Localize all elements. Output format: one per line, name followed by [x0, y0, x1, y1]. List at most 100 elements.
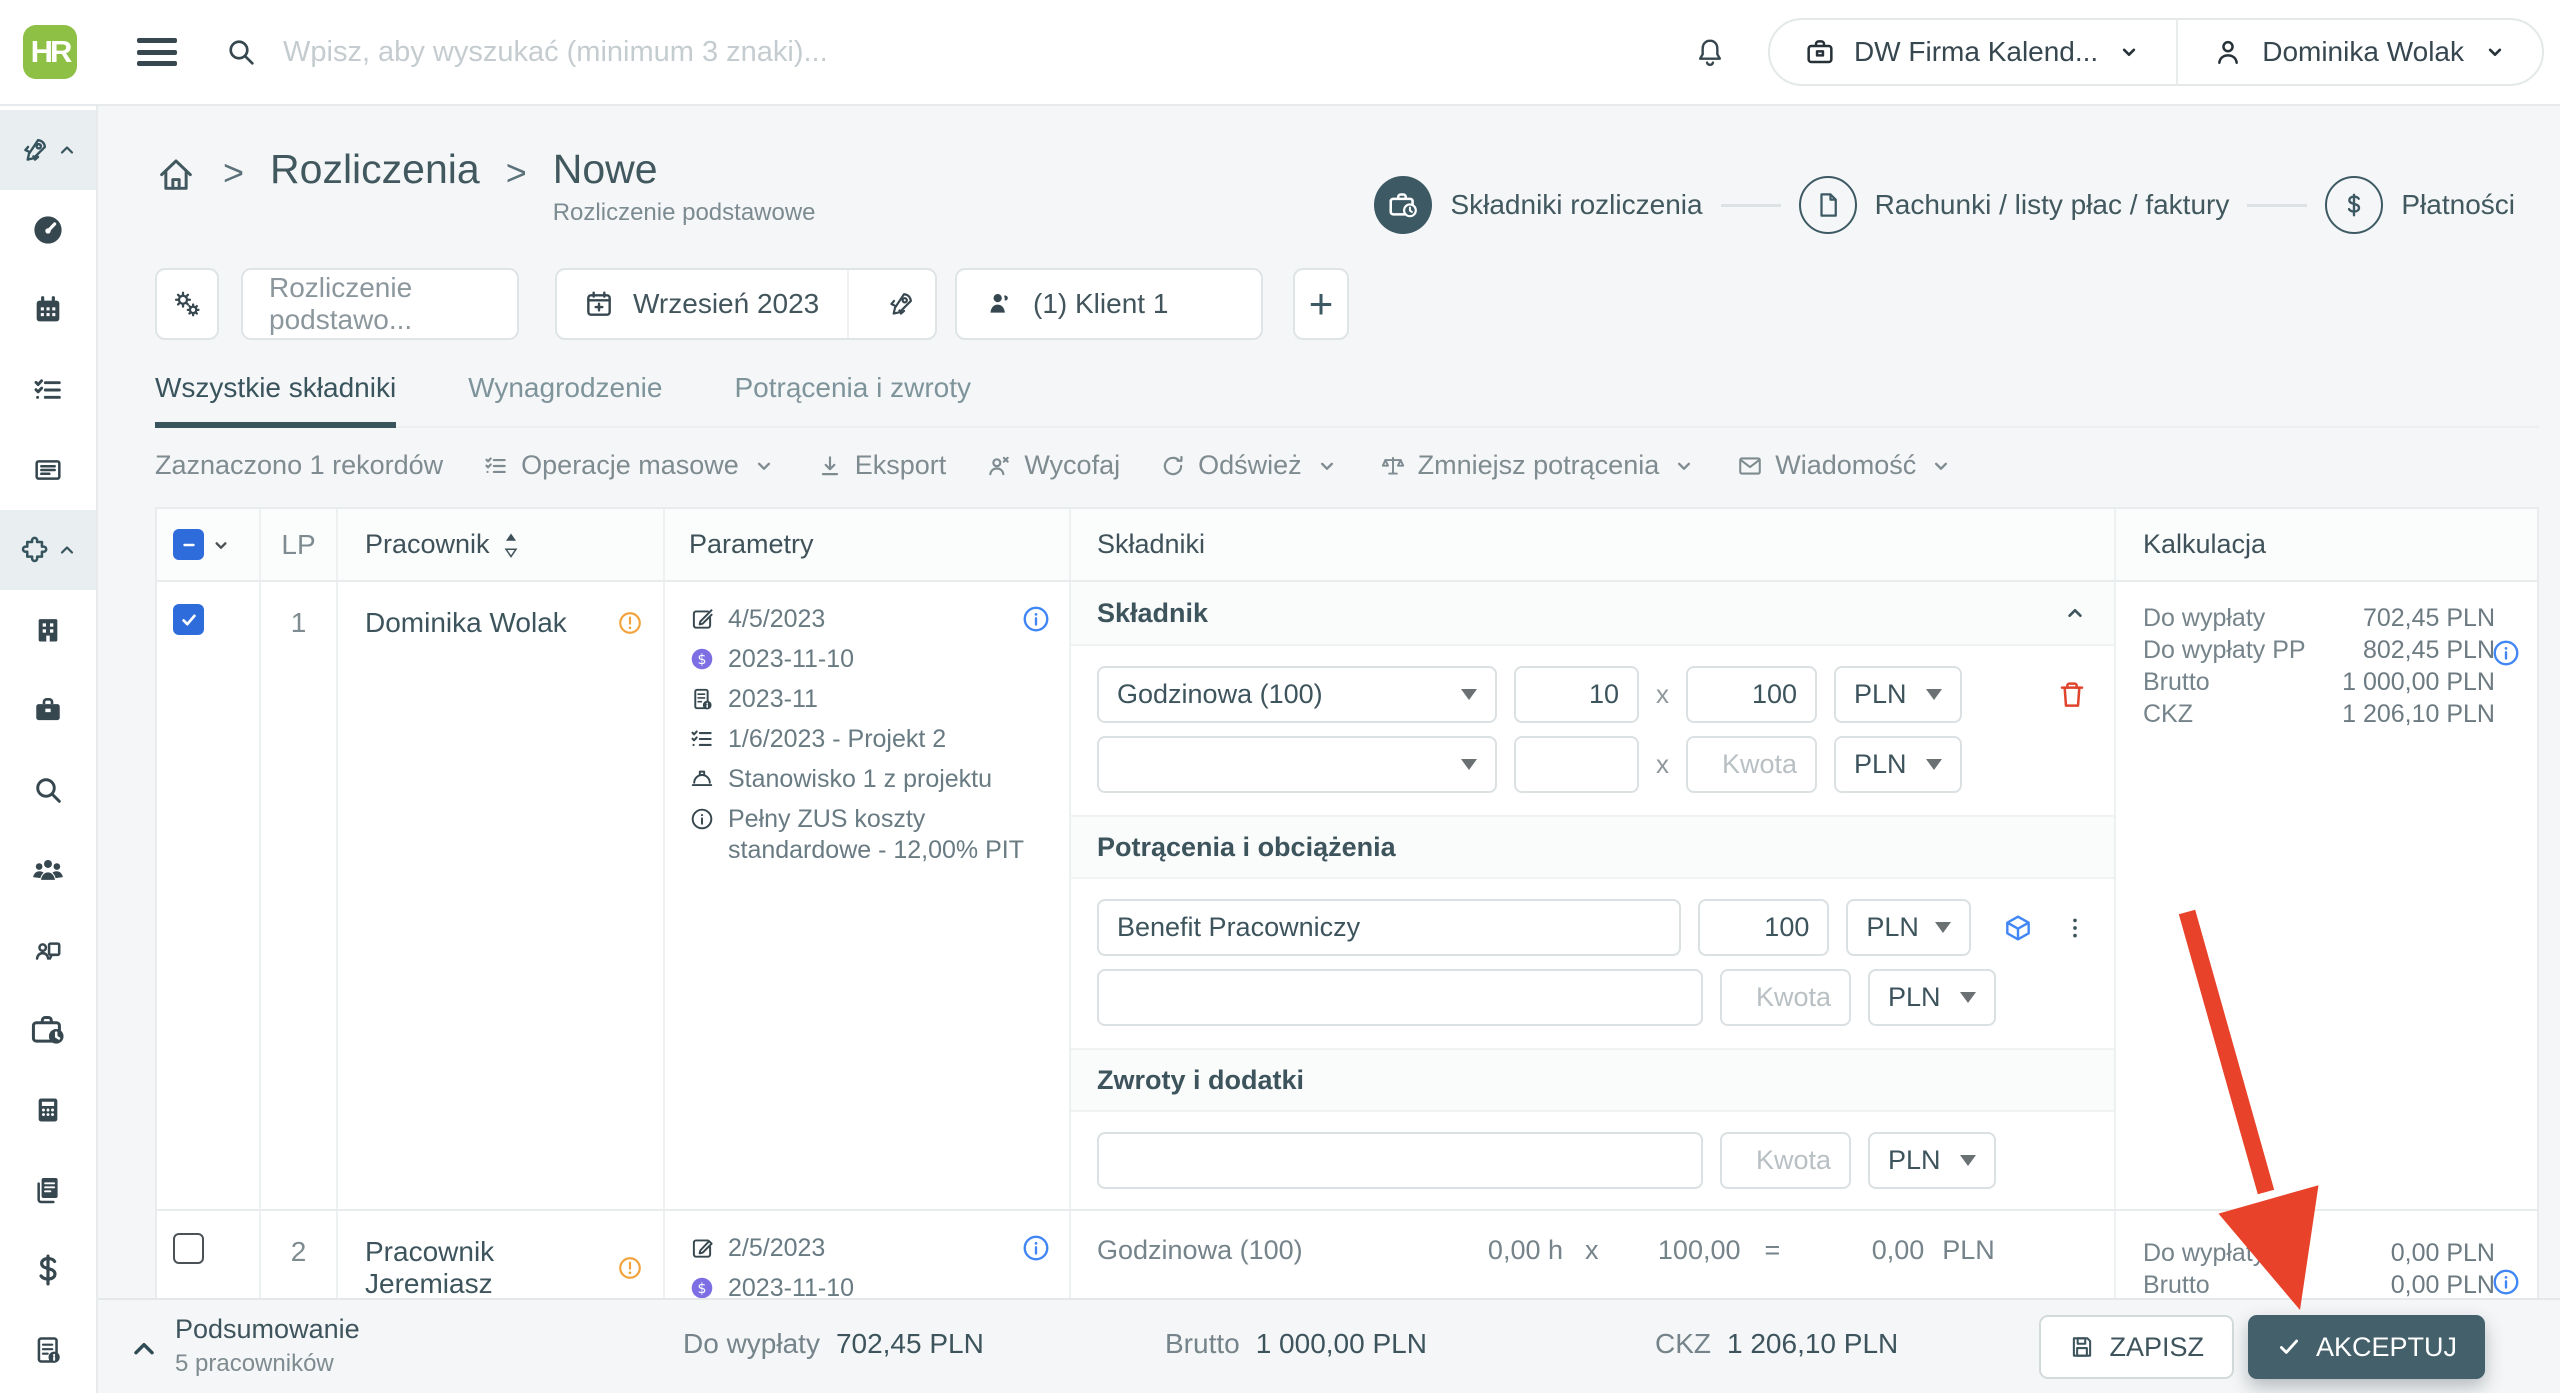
company-selector[interactable]: DW Firma Kalend... — [1770, 36, 2176, 68]
period-filter[interactable]: Wrzesień 2023 — [555, 268, 937, 340]
calc-label: Do wypłaty — [2143, 604, 2266, 632]
task-list-icon — [34, 379, 61, 399]
return-amount-input-empty[interactable] — [1720, 1132, 1851, 1189]
employee-name[interactable]: Dominika Wolak — [365, 607, 567, 639]
select-all-checkbox[interactable] — [173, 529, 204, 560]
company-name: DW Firma Kalend... — [1853, 36, 2099, 67]
sidebar-item-clients[interactable] — [0, 670, 96, 750]
deduction-amount-input[interactable] — [1698, 899, 1830, 956]
message-label: Wiadomość — [1775, 450, 1917, 480]
return-name-input-empty[interactable] — [1097, 1132, 1703, 1189]
kebab-menu-icon[interactable] — [2062, 915, 2088, 941]
tab-all-components[interactable]: Wszystkie składniki — [155, 372, 397, 428]
message-button[interactable]: Wiadomość — [1737, 450, 1954, 481]
collapse-summary-chevron-icon[interactable] — [128, 1332, 160, 1364]
param-text: 2/5/2023 — [728, 1234, 826, 1262]
bulk-actions-button[interactable]: Operacje masowe — [483, 450, 777, 481]
currency-select[interactable]: PLN — [1846, 899, 1971, 956]
settlement-type-filter[interactable]: Rozliczenie podstawo... — [241, 268, 519, 340]
total-value: 1 206,10 PLN — [1727, 1328, 1899, 1359]
component-type-select[interactable]: Godzinowa (100) — [1097, 666, 1497, 723]
currency-select[interactable]: PLN — [1834, 736, 1962, 793]
menu-hamburger-icon[interactable] — [137, 38, 177, 66]
gears-icon — [174, 291, 200, 317]
deduction-amount-input-empty[interactable] — [1720, 969, 1851, 1026]
column-header-params[interactable]: Parametry — [665, 509, 1071, 580]
component-rate-input[interactable] — [1686, 666, 1817, 723]
task-list-icon — [485, 456, 506, 473]
step-invoices-icon[interactable] — [1798, 176, 1857, 234]
sidebar-item-calendar[interactable] — [0, 270, 96, 350]
add-filter-button[interactable]: + — [1293, 268, 1349, 340]
column-header-lp[interactable]: LP — [261, 509, 338, 580]
sidebar-item-tasks[interactable] — [0, 350, 96, 430]
breadcrumb-rozliczenia[interactable]: Rozliczenia — [270, 146, 480, 193]
column-header-employee[interactable]: Pracownik — [338, 509, 665, 580]
export-button[interactable]: Eksport — [817, 450, 946, 481]
person-x-icon — [989, 456, 1010, 475]
sidebar-item-companies[interactable] — [0, 590, 96, 670]
info-icon[interactable] — [1021, 604, 1051, 634]
component-type-select-empty[interactable] — [1097, 736, 1497, 793]
currency-select[interactable]: PLN — [1868, 1132, 1996, 1189]
tab-deductions[interactable]: Potrącenia i zwroty — [734, 372, 971, 426]
notifications-bell-icon[interactable] — [1694, 36, 1726, 68]
sidebar-item-settlements[interactable] — [0, 990, 96, 1070]
currency-select[interactable]: PLN — [1868, 969, 1996, 1026]
row-checkbox[interactable] — [173, 604, 204, 635]
rocket-icon[interactable] — [867, 288, 935, 320]
sidebar-item-accounting[interactable] — [0, 1070, 96, 1150]
sidebar-item-payments[interactable] — [0, 1230, 96, 1310]
reduce-deductions-button[interactable]: Zmniejsz potrącenia — [1380, 450, 1698, 481]
component-qty-input-empty[interactable] — [1514, 736, 1639, 793]
app-logo[interactable]: HR — [23, 25, 77, 79]
delete-component-button[interactable] — [2056, 679, 2088, 711]
info-icon[interactable] — [2491, 638, 2521, 668]
sidebar-item-employees[interactable] — [0, 830, 96, 910]
summary-title: Podsumowanie — [175, 1314, 360, 1344]
deduction-name-input-empty[interactable] — [1097, 969, 1703, 1026]
column-header-calc[interactable]: Kalkulacja — [2116, 509, 2537, 580]
step-payments-icon[interactable] — [2325, 176, 2384, 234]
sidebar-item-recruitment[interactable] — [0, 750, 96, 830]
receipt-info-icon — [694, 688, 712, 710]
briefcase-icon — [36, 698, 60, 721]
info-icon[interactable] — [2491, 1267, 2521, 1297]
component-qty-input[interactable] — [1514, 666, 1639, 723]
row-checkbox[interactable] — [173, 1233, 204, 1264]
sidebar-item-training[interactable] — [0, 910, 96, 990]
tab-salary[interactable]: Wynagrodzenie — [468, 372, 662, 426]
home-icon[interactable] — [155, 154, 197, 196]
step-components-icon[interactable] — [1374, 176, 1433, 234]
accept-button[interactable]: AKCEPTUJ — [2247, 1315, 2485, 1379]
collapse-chevron-up-icon[interactable] — [2062, 600, 2088, 626]
warning-icon[interactable] — [617, 1255, 643, 1281]
user-menu[interactable]: Dominika Wolak — [2178, 36, 2542, 68]
sort-icons[interactable] — [500, 532, 522, 558]
sidebar-item-documents[interactable] — [0, 1150, 96, 1230]
sidebar-item-board[interactable] — [0, 430, 96, 510]
benefit-cube-icon[interactable] — [2002, 912, 2034, 944]
deduction-name-input[interactable] — [1097, 899, 1682, 956]
withdraw-button[interactable]: Wycofaj — [986, 450, 1120, 481]
client-filter[interactable]: (1) Klient 1 — [955, 268, 1263, 340]
refresh-button[interactable]: Odśwież — [1160, 450, 1340, 481]
sidebar-item-dashboard[interactable] — [0, 190, 96, 270]
breadcrumb-separator: > — [223, 152, 245, 193]
warning-icon[interactable] — [617, 610, 643, 636]
documents-icon — [37, 1178, 58, 1204]
component-amount-input-empty[interactable] — [1686, 736, 1817, 793]
task-list-icon — [691, 730, 712, 747]
sidebar-item-start[interactable] — [0, 110, 96, 190]
save-button[interactable]: ZAPISZ — [2039, 1315, 2234, 1379]
sidebar-item-reports[interactable] — [0, 1310, 96, 1390]
left-sidebar — [0, 106, 98, 1393]
employee-name[interactable]: Pracownik Jeremiasz — [365, 1236, 617, 1300]
info-icon[interactable] — [1021, 1233, 1051, 1263]
sidebar-item-modules[interactable] — [0, 510, 96, 590]
search-input[interactable] — [283, 35, 1003, 69]
currency-select[interactable]: PLN — [1834, 666, 1962, 723]
column-header-components[interactable]: Składniki — [1071, 509, 2116, 580]
select-menu-chevron-icon[interactable] — [208, 532, 234, 558]
settings-gears-button[interactable] — [155, 268, 219, 340]
